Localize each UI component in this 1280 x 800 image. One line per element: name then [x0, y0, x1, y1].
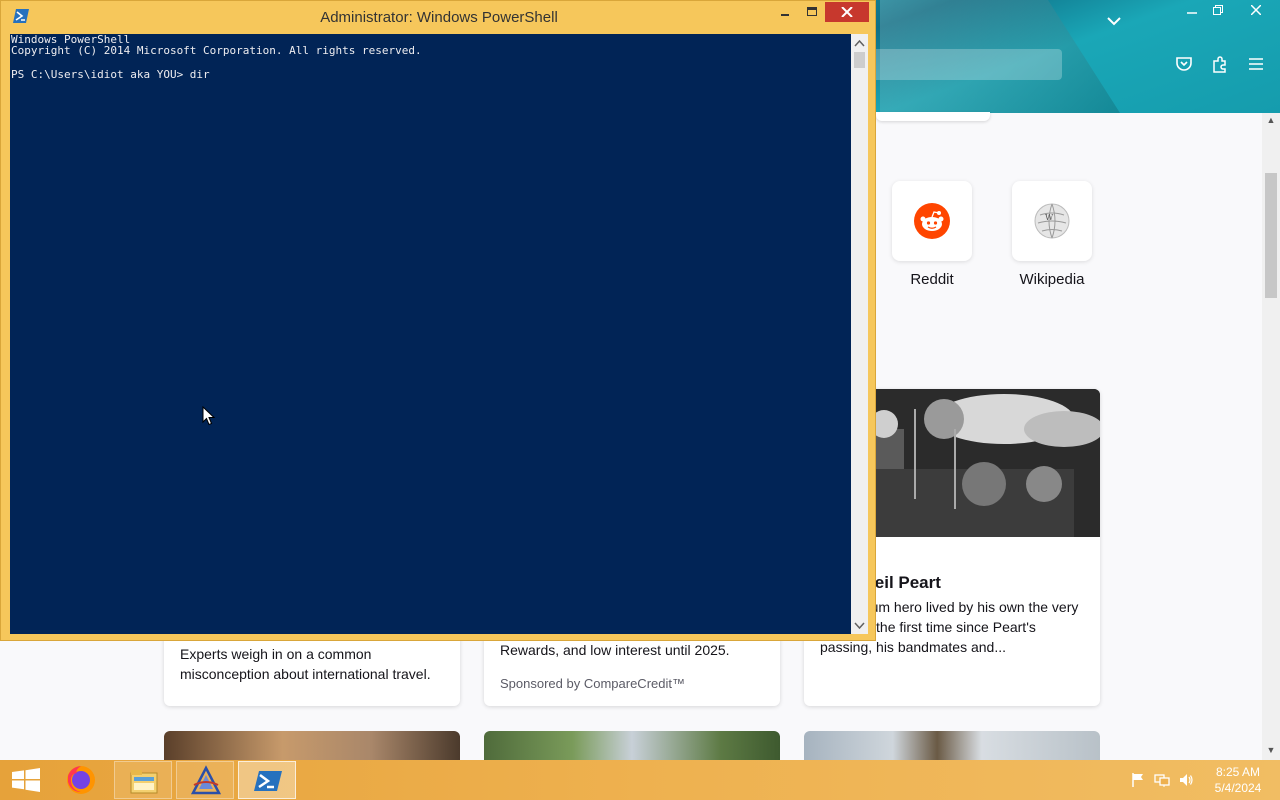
shortcut-label: Reddit — [910, 271, 954, 288]
powershell-icon — [254, 771, 282, 791]
console-prompt[interactable]: PS C:\Users\idiot aka YOU> dir — [11, 69, 210, 81]
clock-time: 8:25 AM — [1215, 765, 1261, 779]
powershell-window[interactable]: Administrator: Windows PowerShell Window… — [0, 0, 876, 641]
taskbar: 8:25 AM 5/4/2024 — [0, 760, 1280, 800]
app-icon — [190, 765, 222, 795]
sponsor-label: Sponsored by CompareCredit™ — [500, 676, 685, 691]
taskbar-powershell[interactable] — [238, 761, 296, 799]
firefox-scrollbar[interactable]: ▲ ▼ — [1262, 113, 1280, 760]
minimize-button[interactable] — [771, 2, 799, 22]
firefox-icon — [67, 766, 95, 794]
shortcut-wikipedia[interactable]: W Wikipedia — [1012, 181, 1092, 288]
mouse-pointer-icon — [202, 406, 216, 426]
clock-date: 5/4/2024 — [1214, 781, 1262, 795]
chevron-down-icon[interactable] — [1104, 13, 1124, 29]
scroll-thumb[interactable] — [854, 52, 865, 68]
action-center-flag-icon[interactable] — [1130, 772, 1146, 788]
url-bar[interactable] — [870, 49, 1062, 80]
scroll-thumb[interactable] — [1265, 173, 1277, 298]
scroll-up-icon[interactable] — [851, 36, 868, 52]
story-image[interactable] — [164, 731, 460, 761]
window-title: Administrator: Windows PowerShell — [320, 9, 558, 26]
svg-text:W: W — [1045, 213, 1054, 222]
wikipedia-icon: W — [1034, 203, 1070, 239]
maximize-button[interactable] — [799, 2, 825, 22]
firefox-restore-button[interactable] — [1198, 0, 1238, 20]
shortcut-reddit[interactable]: Reddit — [892, 181, 972, 288]
taskbar-app[interactable] — [176, 761, 234, 799]
console-output[interactable]: Windows PowerShell Copyright (C) 2014 Mi… — [10, 34, 851, 634]
taskbar-firefox[interactable] — [52, 761, 110, 799]
story-image[interactable] — [804, 731, 1100, 761]
scroll-up-icon[interactable]: ▲ — [1265, 115, 1277, 127]
scroll-down-icon[interactable]: ▼ — [1265, 745, 1277, 757]
network-icon[interactable] — [1154, 772, 1170, 788]
extensions-icon[interactable] — [1210, 54, 1230, 74]
story-image[interactable] — [484, 731, 780, 761]
pocket-icon[interactable] — [1174, 54, 1194, 74]
hamburger-menu-icon[interactable] — [1246, 54, 1266, 74]
taskbar-file-explorer[interactable] — [114, 761, 172, 799]
close-button[interactable] — [825, 2, 869, 22]
console-scrollbar[interactable] — [851, 34, 868, 634]
file-explorer-icon — [130, 770, 158, 794]
reddit-icon — [914, 203, 950, 239]
system-clock[interactable]: 8:25 AM 5/4/2024 — [1206, 764, 1270, 796]
powershell-titlebar[interactable]: Administrator: Windows PowerShell — [1, 1, 875, 33]
scroll-down-icon[interactable] — [851, 617, 868, 633]
story-excerpt: Rewards, and low interest until 2025. — [500, 642, 730, 658]
shortcut-label: Wikipedia — [1019, 271, 1085, 288]
search-box-edge — [876, 112, 990, 121]
console-line: Copyright (C) 2014 Microsoft Corporation… — [11, 44, 422, 57]
firefox-close-button[interactable] — [1236, 0, 1276, 20]
volume-icon[interactable] — [1178, 772, 1194, 788]
windows-start-icon[interactable] — [6, 765, 46, 795]
story-excerpt: Experts weigh in on a common misconcepti… — [180, 646, 431, 682]
